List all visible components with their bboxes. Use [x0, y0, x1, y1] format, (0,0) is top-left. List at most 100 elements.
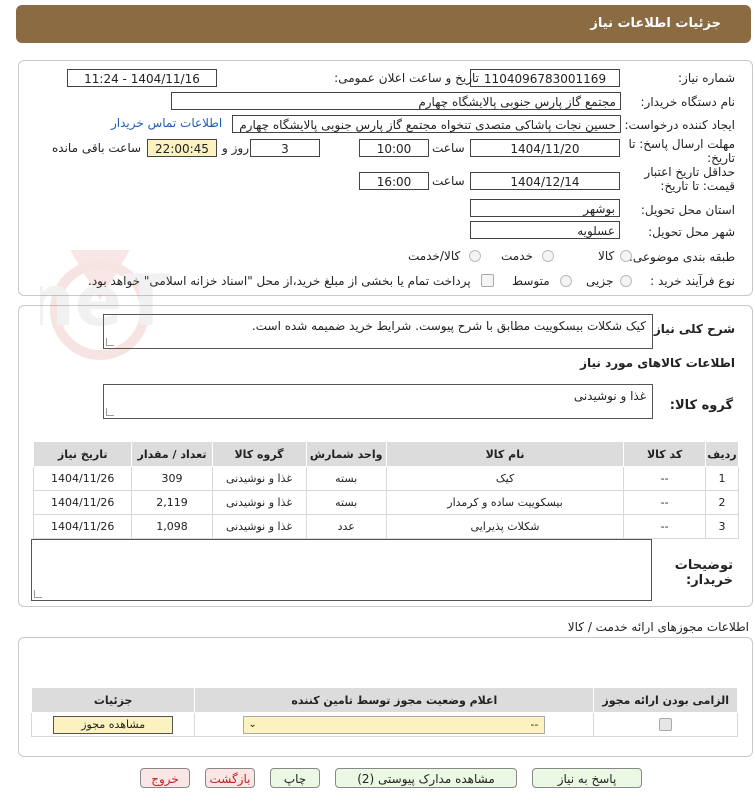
- validity-label: حداقل تاریخ اعتبار قیمت: تا تاریخ:: [644, 165, 735, 193]
- permit-required-checkbox[interactable]: [659, 718, 673, 732]
- description-label: شرح کلی نیاز:: [649, 322, 735, 336]
- cell-row: 3: [705, 514, 739, 539]
- cell-qty: 2,119: [131, 490, 213, 515]
- validity-time-label: ساعت: [432, 174, 465, 188]
- treasury-payment-checkbox[interactable]: [481, 274, 494, 287]
- reply-date-field: 1404/11/20: [470, 139, 620, 157]
- cell-group: غذا و نوشیدنی: [211, 490, 307, 515]
- description-textarea[interactable]: کیک شکلات بیسکوییت مطابق با شرح پیوست. ش…: [103, 314, 653, 349]
- attachments-button[interactable]: مشاهده مدارک پیوستی (2): [335, 768, 517, 788]
- cell-name: کیک: [385, 466, 625, 491]
- back-button[interactable]: بازگشت: [205, 768, 255, 788]
- col-code: کد کالا: [623, 441, 707, 467]
- chevron-down-icon: ⌄: [248, 718, 257, 730]
- col-unit: واحد شمارش: [305, 441, 387, 467]
- goods-group-textarea[interactable]: غذا و نوشیدنی: [103, 384, 653, 419]
- permits-table: الزامی بودن ارائه مجوز اعلام وضعیت مجوز …: [30, 687, 738, 737]
- page-title-bar: جزئیات اطلاعات نیاز: [16, 5, 751, 43]
- cell-code: --: [623, 514, 707, 539]
- cell-unit: بسته: [305, 466, 387, 491]
- permits-section-title: اطلاعات مجوزهای ارائه خدمت / کالا: [567, 620, 749, 634]
- cell-code: --: [623, 466, 707, 491]
- cell-qty: 309: [131, 466, 213, 491]
- table-row: 3 -- شکلات پذیرایی عدد غذا و نوشیدنی 1,0…: [32, 514, 739, 539]
- print-button[interactable]: چاپ: [270, 768, 320, 788]
- reply-button[interactable]: پاسخ به نیاز: [532, 768, 642, 788]
- cell-row: 1: [705, 466, 739, 491]
- goods-table: ردیف کد کالا نام کالا واحد شمارش گروه کا…: [32, 441, 739, 539]
- table-row: -- ⌄ مشاهده مجوز: [30, 712, 738, 737]
- table-row: 2 -- بیسکوییت ساده و کرمدار بسته غذا و ن…: [32, 490, 739, 515]
- permit-status-select[interactable]: -- ⌄: [243, 715, 546, 734]
- category-option-goods: کالا: [598, 249, 615, 263]
- permits-table-header: الزامی بودن ارائه مجوز اعلام وضعیت مجوز …: [30, 687, 738, 713]
- announce-field: 1404/11/16 - 11:24: [67, 69, 217, 87]
- cell-name: شکلات پذیرایی: [385, 514, 625, 539]
- exit-button[interactable]: خروج: [140, 768, 190, 788]
- creator-field: حسین نجات پاشاکی متصدی تنخواه مجتمع گاز …: [232, 115, 621, 133]
- table-row: 1 -- کیک بسته غذا و نوشیدنی 309 1404/11/…: [32, 466, 739, 491]
- process-radio-medium[interactable]: [560, 275, 572, 287]
- buyer-org-label: نام دستگاه خریدار:: [640, 95, 736, 109]
- col-permit-required: الزامی بودن ارائه مجوز: [593, 687, 738, 713]
- cell-date: 1404/11/26: [32, 466, 133, 491]
- col-date: تاریخ نیاز: [32, 441, 133, 467]
- treasury-payment-note: پرداخت تمام یا بخشی از مبلغ خرید،از محل …: [88, 274, 471, 288]
- remaining-label: ساعت باقی مانده: [52, 141, 142, 155]
- process-label: نوع فرآیند خرید :: [650, 274, 735, 288]
- cell-date: 1404/11/26: [32, 490, 133, 515]
- resize-handle-icon[interactable]: [106, 338, 114, 346]
- resize-handle-icon[interactable]: [106, 408, 114, 416]
- days-label: روز و: [222, 141, 249, 155]
- category-radio-goods[interactable]: [620, 250, 632, 262]
- cell-unit: بسته: [305, 490, 387, 515]
- province-field: بوشهر: [470, 199, 620, 217]
- view-permit-button[interactable]: مشاهده مجوز: [53, 715, 174, 734]
- page-title: جزئیات اطلاعات نیاز: [590, 16, 721, 31]
- description-text: کیک شکلات بیسکوییت مطابق با شرح پیوست. ش…: [251, 319, 646, 333]
- reply-time-label: ساعت: [432, 141, 465, 155]
- process-option-minor: جزیی: [586, 274, 614, 288]
- cell-unit: عدد: [305, 514, 387, 539]
- goods-group-label: گروه کالا:: [669, 398, 733, 413]
- col-name: نام کالا: [385, 441, 625, 467]
- buyer-notes-label: توضیحات خریدار:: [674, 558, 733, 588]
- days-field: 3: [250, 139, 320, 157]
- permit-required-cell: [593, 712, 738, 737]
- cell-code: --: [623, 490, 707, 515]
- cell-row: 2: [705, 490, 739, 515]
- goods-section-title: اطلاعات کالاهای مورد نیاز: [580, 356, 735, 370]
- process-option-medium: متوسط: [512, 274, 550, 288]
- cell-qty: 1,098: [131, 514, 213, 539]
- goods-group-text: غذا و نوشیدنی: [573, 389, 646, 403]
- province-label: استان محل تحویل:: [640, 203, 735, 217]
- cell-group: غذا و نوشیدنی: [211, 514, 307, 539]
- city-label: شهر محل تحویل:: [648, 225, 735, 239]
- buyer-notes-textarea[interactable]: [31, 539, 652, 601]
- col-permit-details: جزئیات: [30, 687, 196, 713]
- cell-name: بیسکوییت ساده و کرمدار: [385, 490, 625, 515]
- goods-table-header: ردیف کد کالا نام کالا واحد شمارش گروه کا…: [32, 441, 739, 467]
- validity-date-field: 1404/12/14: [470, 172, 620, 190]
- permit-status-cell: -- ⌄: [194, 712, 595, 737]
- col-row: ردیف: [705, 441, 739, 467]
- process-radio-minor[interactable]: [620, 275, 632, 287]
- category-radio-service[interactable]: [542, 250, 554, 262]
- category-option-goods-service: کالا/خدمت: [408, 249, 461, 263]
- buyer-org-field: مجتمع گاز پارس جنوبی پالایشگاه چهارم: [171, 92, 621, 110]
- category-label: طبقه بندی موضوعی:: [628, 250, 735, 264]
- resize-handle-icon[interactable]: [34, 590, 42, 598]
- cell-group: غذا و نوشیدنی: [211, 466, 307, 491]
- need-number-field: 1104096783001169: [470, 69, 620, 87]
- col-permit-status: اعلام وضعیت مجوز توسط تامین کننده: [194, 687, 595, 713]
- announce-label: تاریخ و ساعت اعلان عمومی:: [334, 71, 479, 85]
- city-field: عسلویه: [470, 221, 620, 239]
- reply-deadline-label: مهلت ارسال پاسخ: تا تاریخ:: [628, 137, 735, 165]
- contact-buyer-link[interactable]: اطلاعات تماس خریدار: [111, 116, 222, 130]
- permit-status-value: --: [530, 717, 539, 731]
- category-option-service: خدمت: [501, 249, 533, 263]
- validity-time-field: 16:00: [359, 172, 429, 190]
- remaining-time-field: 22:00:45: [147, 139, 217, 157]
- permit-details-cell: مشاهده مجوز: [30, 712, 196, 737]
- category-radio-goods-service[interactable]: [469, 250, 481, 262]
